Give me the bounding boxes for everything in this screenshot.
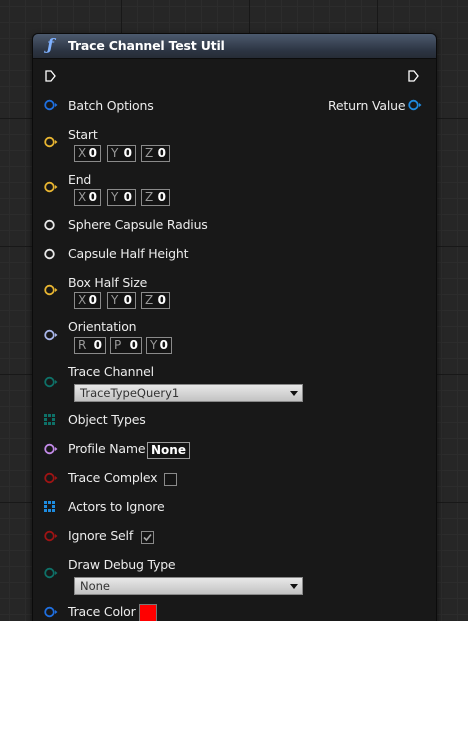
profile-name-pin-icon[interactable] [44,443,58,455]
end-z-field[interactable]: Z0 [141,189,170,206]
start-y-field[interactable]: Y0 [107,145,136,162]
start-x-field[interactable]: X0 [74,145,101,162]
actors-to-ignore-label: Actors to Ignore [68,499,165,514]
draw-debug-type-pin-icon[interactable] [44,567,58,579]
blueprint-graph-canvas[interactable]: ƒ Trace Channel Test Util Batch Options … [0,0,468,621]
function-icon: ƒ [47,35,54,54]
capsule-half-height-label: Capsule Half Height [68,246,189,261]
object-types-array-pin-icon[interactable] [44,414,58,426]
draw-debug-type-dropdown[interactable]: None [74,577,303,595]
trace-complex-checkbox[interactable] [164,473,177,486]
orientation-pin-icon[interactable] [44,329,58,341]
ignore-self-checkbox[interactable] [141,531,154,544]
box-half-size-label: Box Half Size [68,275,148,290]
trace-color-label: Trace Color [68,604,136,619]
draw-debug-type-label: Draw Debug Type [68,557,176,572]
trace-color-swatch[interactable] [139,604,157,621]
end-x-field[interactable]: X0 [74,189,101,206]
orientation-yaw-field[interactable]: Y0 [146,337,172,354]
orientation-roll-field[interactable]: R0 [74,337,106,354]
trace-channel-selected-value: TraceTypeQuery1 [80,386,180,400]
start-z-field[interactable]: Z0 [141,145,170,162]
object-types-label: Object Types [68,412,146,427]
trace-channel-dropdown[interactable]: TraceTypeQuery1 [74,384,303,402]
exec-input-pin-icon[interactable] [45,70,56,82]
box-half-size-z-field[interactable]: Z0 [141,292,170,309]
box-half-size-pin-icon[interactable] [44,284,58,296]
return-value-label: Return Value [328,98,406,113]
capsule-half-height-pin-icon[interactable] [44,248,58,260]
batch-options-pin-icon[interactable] [44,99,58,111]
checkmark-icon [143,533,152,542]
draw-debug-type-selected-value: None [80,579,111,593]
batch-options-label: Batch Options [68,98,154,113]
end-label: End [68,172,92,187]
trace-color-pin-icon[interactable] [44,606,58,618]
trace-complex-pin-icon[interactable] [44,472,58,484]
box-half-size-y-field[interactable]: Y0 [107,292,136,309]
orientation-pitch-field[interactable]: P0 [110,337,142,354]
return-value-pin-icon[interactable] [408,99,422,111]
trace-channel-pin-icon[interactable] [44,376,58,388]
end-y-field[interactable]: Y0 [107,189,136,206]
exec-output-pin-icon[interactable] [408,70,419,82]
sphere-capsule-radius-pin-icon[interactable] [44,219,58,231]
profile-name-input[interactable]: None [147,442,190,459]
box-half-size-x-field[interactable]: X0 [74,292,101,309]
profile-name-label: Profile Name [68,441,146,456]
trace-channel-test-util-node[interactable]: ƒ Trace Channel Test Util Batch Options … [32,33,437,621]
trace-channel-label: Trace Channel [68,364,154,379]
chevron-down-icon [290,391,298,396]
ignore-self-label: Ignore Self [68,528,134,543]
ignore-self-pin-icon[interactable] [44,530,58,542]
node-header[interactable]: ƒ Trace Channel Test Util [33,34,436,59]
trace-complex-label: Trace Complex [68,470,158,485]
sphere-capsule-radius-label: Sphere Capsule Radius [68,217,208,232]
start-pin-icon[interactable] [44,136,58,148]
orientation-label: Orientation [68,319,137,334]
start-label: Start [68,127,98,142]
node-title: Trace Channel Test Util [68,38,225,53]
chevron-down-icon [290,584,298,589]
end-pin-icon[interactable] [44,181,58,193]
actors-to-ignore-array-pin-icon[interactable] [44,501,58,513]
